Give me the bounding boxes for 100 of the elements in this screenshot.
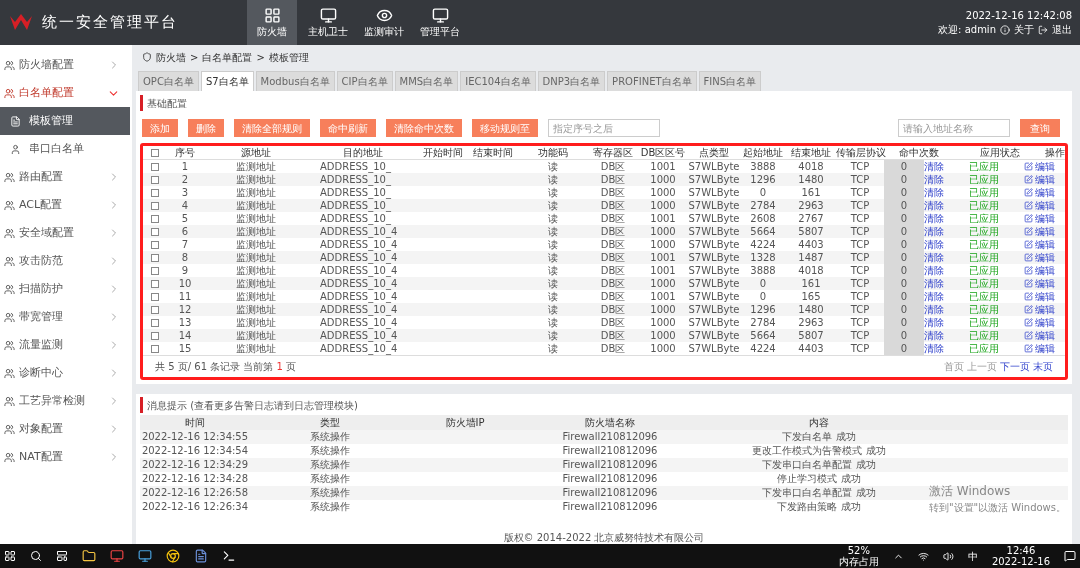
clear-link[interactable]: 清除 [924, 342, 954, 355]
clear-link[interactable]: 清除 [924, 264, 954, 277]
row-checkbox[interactable] [151, 240, 159, 249]
sidebar-item[interactable]: 防火墙配置 [0, 51, 132, 79]
nav-tab[interactable]: 管理平台 [415, 0, 465, 45]
row-checkbox[interactable] [151, 279, 159, 288]
volume-icon[interactable] [942, 550, 954, 562]
app-icon[interactable] [138, 549, 152, 563]
tab[interactable]: S7白名单 [200, 71, 254, 91]
row-checkbox[interactable] [151, 227, 159, 236]
clear-link[interactable]: 清除 [924, 199, 954, 212]
row-checkbox[interactable] [151, 162, 159, 171]
row-checkbox[interactable] [151, 344, 159, 353]
edit-link[interactable]: 编辑 [1024, 303, 1055, 316]
clear-link[interactable]: 清除 [924, 160, 954, 173]
row-checkbox[interactable] [151, 175, 159, 184]
network-icon[interactable] [917, 550, 929, 562]
edit-icon[interactable] [1024, 331, 1033, 340]
sidebar-item[interactable]: 攻击防范 [0, 247, 132, 275]
edit-icon[interactable] [1024, 188, 1033, 197]
sidebar-item[interactable]: ACL配置 [0, 191, 132, 219]
tab[interactable]: DNP3白名单 [537, 71, 606, 91]
terminal-icon[interactable] [222, 549, 236, 563]
sidebar-item[interactable]: 扫描防护 [0, 275, 132, 303]
edit-link[interactable]: 编辑 [1024, 251, 1055, 264]
edit-icon[interactable] [1024, 253, 1033, 262]
page-link[interactable]: 下一页 [1000, 360, 1030, 373]
edit-icon[interactable] [1024, 240, 1033, 249]
edit-icon[interactable] [1024, 305, 1033, 314]
edit-icon[interactable] [1024, 292, 1033, 301]
clear-link[interactable]: 清除 [924, 186, 954, 199]
tab[interactable]: MMS白名单 [394, 71, 459, 91]
tab[interactable]: FINS白名单 [698, 71, 762, 91]
clear-link[interactable]: 清除 [924, 303, 954, 316]
edit-link[interactable]: 编辑 [1024, 225, 1055, 238]
row-checkbox[interactable] [151, 253, 159, 262]
ime-indicator[interactable]: 中 [967, 548, 978, 564]
sidebar-item[interactable]: NAT配置 [0, 443, 132, 471]
sidebar-item[interactable]: 路由配置 [0, 163, 132, 191]
clear-link[interactable]: 清除 [924, 277, 954, 290]
edit-icon[interactable] [1024, 279, 1033, 288]
edit-icon[interactable] [1024, 214, 1033, 223]
nav-tab[interactable]: 防火墙 [247, 0, 297, 45]
clear-link[interactable]: 清除 [924, 290, 954, 303]
tab[interactable]: OPC白名单 [138, 71, 199, 91]
browser-icon[interactable] [166, 549, 180, 563]
edit-link[interactable]: 编辑 [1024, 199, 1055, 212]
start-icon[interactable] [4, 550, 16, 562]
edit-link[interactable]: 编辑 [1024, 173, 1055, 186]
edit-link[interactable]: 编辑 [1024, 212, 1055, 225]
task-view-icon[interactable] [56, 550, 68, 562]
breadcrumb-item[interactable]: 防火墙 [156, 49, 186, 65]
notification-icon[interactable] [1064, 550, 1076, 562]
tab[interactable]: CIP白名单 [336, 71, 393, 91]
folder-icon[interactable] [82, 549, 96, 563]
row-checkbox[interactable] [151, 266, 159, 275]
edit-link[interactable]: 编辑 [1024, 160, 1055, 173]
row-checkbox[interactable] [151, 188, 159, 197]
row-checkbox[interactable] [151, 318, 159, 327]
app-icon[interactable] [110, 549, 124, 563]
document-icon[interactable] [194, 549, 208, 563]
edit-icon[interactable] [1024, 344, 1033, 353]
edit-link[interactable]: 编辑 [1024, 316, 1055, 329]
edit-icon[interactable] [1024, 318, 1033, 327]
row-checkbox[interactable] [151, 331, 159, 340]
edit-link[interactable]: 编辑 [1024, 264, 1055, 277]
row-checkbox[interactable] [151, 305, 159, 314]
sidebar-item[interactable]: 白名单配置 [0, 79, 132, 107]
page-link[interactable]: 末页 [1033, 360, 1053, 373]
clear-link[interactable]: 清除 [924, 173, 954, 186]
edit-link[interactable]: 编辑 [1024, 329, 1055, 342]
search-field[interactable]: 请输入地址名称 [898, 119, 1010, 137]
edit-link[interactable]: 编辑 [1024, 238, 1055, 251]
sidebar-item[interactable]: 诊断中心 [0, 359, 132, 387]
clear-link[interactable]: 清除 [924, 225, 954, 238]
select-all-checkbox[interactable] [151, 148, 159, 157]
sidebar-item[interactable]: 对象配置 [0, 415, 132, 443]
row-checkbox[interactable] [151, 201, 159, 210]
edit-link[interactable]: 编辑 [1024, 342, 1055, 355]
about-link[interactable]: 关于 [1014, 22, 1034, 37]
sidebar-item[interactable]: 工艺异常检测 [0, 387, 132, 415]
tab[interactable]: IEC104白名单 [460, 71, 536, 91]
edit-link[interactable]: 编辑 [1024, 277, 1055, 290]
clear-link[interactable]: 清除 [924, 316, 954, 329]
clear-link[interactable]: 清除 [924, 212, 954, 225]
edit-link[interactable]: 编辑 [1024, 186, 1055, 199]
edit-icon[interactable] [1024, 227, 1033, 236]
edit-icon[interactable] [1024, 266, 1033, 275]
logout-link[interactable]: 退出 [1052, 22, 1072, 37]
tab[interactable]: Modbus白名单 [255, 71, 335, 91]
tab[interactable]: PROFINET白名单 [607, 71, 697, 91]
clear-link[interactable]: 清除 [924, 329, 954, 342]
breadcrumb-item[interactable]: 白名单配置 [202, 49, 253, 65]
clear-link[interactable]: 清除 [924, 238, 954, 251]
sidebar-item[interactable]: 模板管理 [0, 107, 130, 135]
row-checkbox[interactable] [151, 214, 159, 223]
edit-icon[interactable] [1024, 162, 1033, 171]
sidebar-item[interactable]: 安全域配置 [0, 219, 132, 247]
search-icon[interactable] [30, 550, 42, 562]
row-checkbox[interactable] [151, 292, 159, 301]
